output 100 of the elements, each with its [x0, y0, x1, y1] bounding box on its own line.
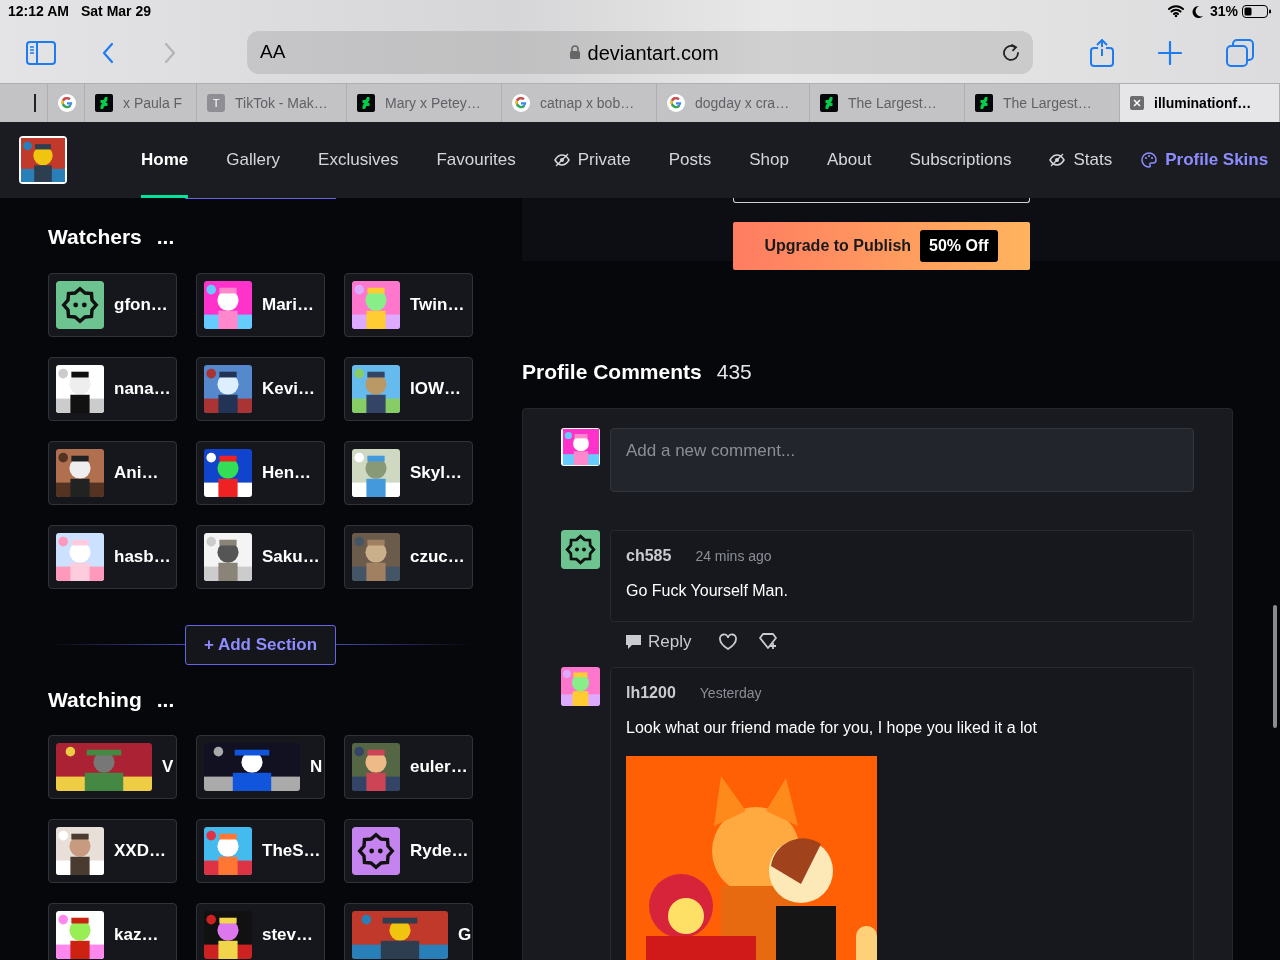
status-time: 12:12 AM: [8, 1, 69, 21]
username: G: [458, 924, 472, 947]
username: Saku…: [262, 545, 320, 568]
sidebar-icon[interactable]: [26, 40, 56, 65]
comment-author[interactable]: ch585: [626, 543, 672, 568]
back-icon[interactable]: [102, 41, 114, 64]
username: V: [162, 756, 174, 779]
username: IOW…: [410, 377, 461, 400]
section-title: Watching: [48, 686, 142, 713]
user-card[interactable]: kaz…: [48, 903, 177, 960]
share-icon[interactable]: [1090, 38, 1114, 67]
speech-bubble-icon: [625, 633, 642, 650]
comment-text: Look what our friend made for you, I hope you liked it a lot: [626, 718, 1038, 738]
user-card[interactable]: Ryde…: [344, 819, 473, 883]
google-icon: [512, 94, 530, 112]
palette-icon: [1141, 152, 1158, 168]
username: TheS…: [262, 840, 321, 863]
username: Twin…: [410, 293, 465, 316]
user-card[interactable]: Ani…: [48, 440, 177, 505]
tabs-icon[interactable]: [1226, 38, 1254, 67]
nav-tab[interactable]: Subscriptions: [890, 122, 1031, 198]
user-card[interactable]: hasb…: [48, 524, 177, 589]
username: Ryde…: [410, 840, 469, 863]
heart-icon[interactable]: [719, 632, 738, 650]
user-card[interactable]: TheS…: [196, 819, 325, 883]
user-card[interactable]: G: [344, 903, 473, 960]
comment-time: 24 mins ago: [695, 546, 772, 566]
user-card[interactable]: N: [196, 735, 325, 799]
close-icon[interactable]: [1130, 96, 1144, 110]
scroll-bar[interactable]: [1273, 605, 1277, 728]
deviantart-icon: [95, 94, 113, 112]
text-size-button[interactable]: AA: [260, 38, 286, 67]
user-card[interactable]: czuc…: [344, 524, 473, 589]
google-icon: [667, 94, 685, 112]
eye-icon: [553, 153, 570, 167]
nav-tab[interactable]: Home: [122, 122, 208, 198]
username: XXD…: [114, 840, 166, 863]
username: nana…: [114, 377, 171, 400]
tab-title: illuminationf…: [1154, 93, 1252, 113]
eye-icon: [1049, 153, 1066, 167]
nav-tab[interactable]: Stats: [1030, 122, 1132, 198]
username: Hen…: [262, 461, 312, 484]
url-text: deviantart.com: [587, 40, 719, 66]
user-card[interactable]: XXD…: [48, 819, 177, 883]
user-card[interactable]: Kevi…: [196, 356, 325, 421]
browser-tab[interactable]: illuminationf…: [1120, 84, 1280, 122]
username: hasb…: [114, 545, 171, 568]
new-tab-icon[interactable]: [1158, 40, 1182, 65]
comment-text: Go Fuck Yourself Man.: [626, 580, 789, 601]
user-card[interactable]: IOW…: [344, 356, 473, 421]
user-card[interactable]: gfon…: [48, 272, 177, 337]
user-card[interactable]: V: [48, 735, 177, 799]
tab-title: The Largest…: [1003, 93, 1092, 113]
nav-tab[interactable]: Favourites: [417, 122, 535, 198]
status-date: Sat Mar 29: [80, 1, 151, 21]
user-card[interactable]: euler…: [344, 735, 473, 799]
tab-title: The Largest…: [848, 93, 937, 113]
nav-tab[interactable]: About: [807, 122, 891, 198]
nav-tab[interactable]: Exclusives: [299, 122, 418, 198]
reply-button[interactable]: Reply: [625, 628, 692, 654]
username: Skyl…: [410, 461, 462, 484]
nav-tab[interactable]: Gallery: [207, 122, 300, 198]
deviantart-icon: [820, 94, 838, 112]
upgrade-button[interactable]: Upgrade to Publish 50% Off: [732, 222, 1030, 270]
user-card[interactable]: Skyl…: [344, 440, 473, 505]
deviantart-icon: [357, 94, 375, 112]
more-button[interactable]: ...: [156, 221, 175, 253]
more-button[interactable]: ...: [156, 683, 175, 715]
user-card[interactable]: stev…: [196, 903, 325, 960]
user-card[interactable]: Saku…: [196, 524, 325, 589]
nav-tab[interactable]: Profile Skins: [1131, 122, 1280, 198]
user-card[interactable]: Mari…: [196, 272, 325, 337]
tab-title: catnap x bob…: [540, 93, 635, 113]
comment-count: 435: [716, 359, 752, 385]
tab-title: TikTok - Mak…: [235, 93, 328, 113]
award-icon[interactable]: [759, 632, 779, 650]
comment-field[interactable]: Add a new comment...: [610, 427, 1194, 492]
tab-title: dogday x cra…: [695, 93, 790, 113]
tab-title: x Paula F: [123, 93, 183, 113]
nav-tab[interactable]: Posts: [649, 122, 731, 198]
tab-title: Mary x Petey…: [385, 93, 481, 113]
user-card[interactable]: Hen…: [196, 440, 325, 505]
nav-tab[interactable]: Private: [534, 122, 650, 198]
username: gfon…: [114, 293, 168, 316]
letter-icon: T: [207, 94, 225, 112]
username: Ani…: [114, 461, 159, 484]
comment-author[interactable]: lh1200: [626, 681, 676, 705]
nav-tab[interactable]: Shop: [730, 122, 808, 198]
user-card[interactable]: Twin…: [344, 272, 473, 337]
lock-icon: [568, 45, 581, 60]
address-bar[interactable]: AA deviantart.com: [247, 31, 1033, 74]
section-title: Watchers: [48, 224, 142, 250]
username: czuc…: [410, 545, 465, 568]
add-section-button[interactable]: + Add Section: [185, 624, 336, 665]
username: Mari…: [262, 293, 314, 316]
deviantart-icon: [975, 94, 993, 112]
username: kaz…: [114, 924, 159, 947]
reload-icon[interactable]: [1002, 43, 1020, 62]
user-card[interactable]: nana…: [48, 356, 177, 421]
discount-badge: 50% Off: [920, 230, 998, 262]
